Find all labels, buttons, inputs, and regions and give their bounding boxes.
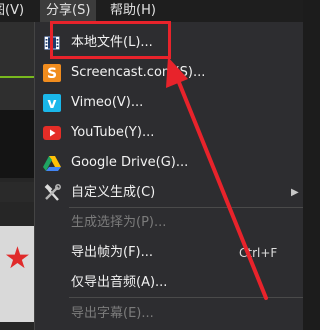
menu-item-label: 生成选择为(P)... xyxy=(71,215,167,230)
submenu-arrow-icon: ▶ xyxy=(291,187,299,198)
menu-item-label: 本地文件(L)... xyxy=(71,35,153,50)
tools-icon xyxy=(44,184,61,201)
menu-item-local-file[interactable]: 本地文件(L)... xyxy=(35,30,304,56)
menu-item-export-captions[interactable]: 导出字幕(E)... xyxy=(35,301,304,327)
background-tab xyxy=(0,182,34,202)
menu-share[interactable]: 分享(S) xyxy=(40,0,97,22)
menu-separator xyxy=(69,207,303,208)
film-icon xyxy=(44,36,60,50)
menu-item-google-drive[interactable]: Google Drive(G)... xyxy=(35,150,304,176)
menu-item-screencast[interactable]: S Screencast.com(S)... xyxy=(35,60,304,86)
menu-item-export-frame[interactable]: 导出帧为(F)... Ctrl+F xyxy=(35,240,304,266)
svg-text:v: v xyxy=(47,96,56,112)
menu-item-label: YouTube(Y)... xyxy=(71,125,155,140)
menu-help[interactable]: 帮助(H) xyxy=(104,0,162,22)
menu-item-produce-selection[interactable]: 生成选择为(P)... xyxy=(35,210,304,236)
menu-item-label: Google Drive(G)... xyxy=(71,155,189,170)
menu-item-label: 导出帧为(F)... xyxy=(71,245,154,260)
menu-bar: 图(V) 分享(S) 帮助(H) xyxy=(0,0,303,22)
menu-item-label: Screencast.com(S)... xyxy=(71,65,206,80)
svg-text:S: S xyxy=(47,66,57,82)
share-dropdown-menu: 本地文件(L)... S Screencast.com(S)... v Vime… xyxy=(34,22,303,330)
menu-item-vimeo[interactable]: v Vimeo(V)... xyxy=(35,90,304,116)
menu-item-youtube[interactable]: YouTube(Y)... xyxy=(35,120,304,146)
youtube-icon xyxy=(43,126,61,140)
background-dark-panel xyxy=(0,110,34,178)
menu-item-label: Vimeo(V)... xyxy=(71,95,144,110)
google-drive-icon xyxy=(43,156,61,171)
menu-item-label: 自定义生成(C) xyxy=(71,185,156,200)
background-accent-line xyxy=(0,76,34,78)
vimeo-icon: v xyxy=(43,94,61,112)
menu-item-custom-production[interactable]: 自定义生成(C) ▶ xyxy=(35,180,304,206)
menu-separator xyxy=(69,297,303,298)
menu-view[interactable]: 图(V) xyxy=(0,0,30,22)
screencast-icon: S xyxy=(43,64,61,82)
background-preview xyxy=(0,22,34,110)
menu-item-label: 仅导出音频(A)... xyxy=(71,275,168,290)
menu-item-label: 导出字幕(E)... xyxy=(71,306,154,321)
shortcut-label: Ctrl+F xyxy=(239,246,278,260)
star-icon: ★ xyxy=(4,241,31,276)
menu-item-export-audio[interactable]: 仅导出音频(A)... xyxy=(35,270,304,296)
